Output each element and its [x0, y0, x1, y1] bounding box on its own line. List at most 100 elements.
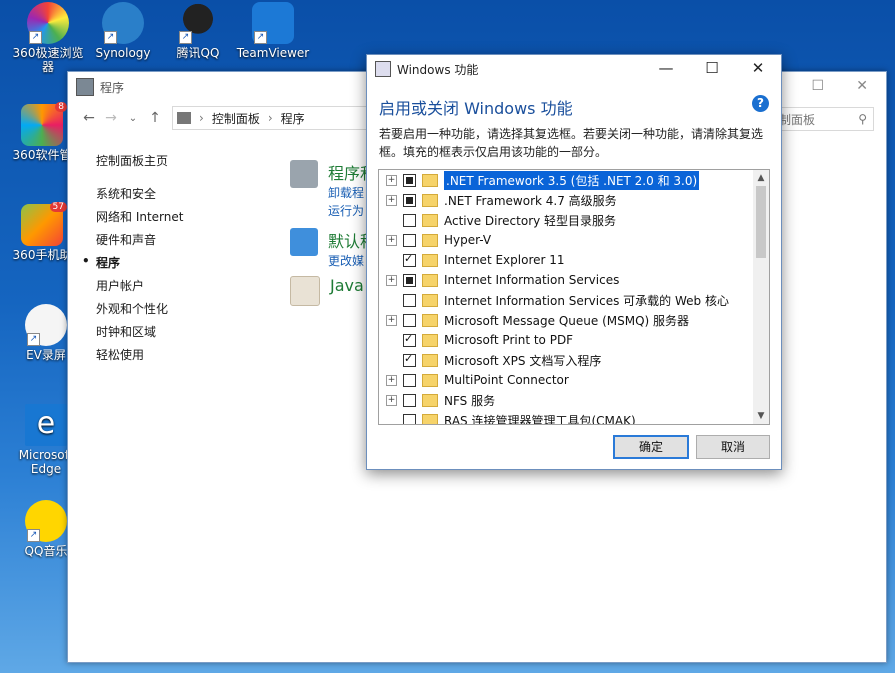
features-tree[interactable]: + .NET Framework 3.5 (包括 .NET 2.0 和 3.0) +…	[378, 169, 770, 425]
ok-button[interactable]: 确定	[613, 435, 689, 459]
feature-checkbox[interactable]	[403, 213, 416, 227]
feature-row[interactable]: Active Directory 轻型目录服务	[379, 210, 769, 230]
desktop-icon-360browser[interactable]: ↗ 360极速浏览器	[8, 2, 88, 74]
feature-label[interactable]: Internet Information Services 可承载的 Web 核…	[444, 292, 729, 309]
feature-row[interactable]: + Internet Information Services	[379, 270, 769, 290]
feature-list: + .NET Framework 3.5 (包括 .NET 2.0 和 3.0) +…	[379, 170, 769, 425]
feature-label[interactable]: .NET Framework 4.7 高级服务	[444, 192, 617, 209]
sidebar-item-security[interactable]: 系统和安全	[96, 185, 183, 208]
close-icon[interactable]: ✕	[743, 59, 773, 77]
feature-checkbox[interactable]	[403, 313, 416, 327]
360-browser-icon: ↗	[27, 2, 69, 44]
feature-row[interactable]: + MultiPoint Connector	[379, 370, 769, 390]
breadcrumb-separator-icon: ›	[199, 111, 204, 125]
breadcrumb-item[interactable]: 控制面板	[212, 110, 260, 127]
feature-label[interactable]: Active Directory 轻型目录服务	[444, 212, 616, 229]
minimize-icon[interactable]: —	[651, 59, 681, 77]
folder-icon	[422, 173, 438, 187]
folder-icon	[422, 313, 438, 327]
breadcrumb-separator-icon: ›	[267, 111, 273, 125]
synology-icon: ↗	[102, 2, 144, 44]
feature-label[interactable]: MultiPoint Connector	[444, 373, 569, 387]
breadcrumb-item[interactable]: 程序	[281, 110, 305, 127]
back-arrow-icon[interactable]: ←	[78, 110, 100, 126]
feature-row[interactable]: + NFS 服务	[379, 390, 769, 410]
maximize-icon[interactable]: ☐	[811, 78, 824, 94]
feature-checkbox[interactable]	[403, 352, 416, 367]
sidebar-item-clock[interactable]: 时钟和区域	[96, 323, 183, 346]
sidebar-item-hardware[interactable]: 硬件和声音	[96, 231, 183, 254]
help-icon[interactable]: ?	[752, 95, 769, 112]
scroll-up-icon[interactable]: ▲	[753, 170, 769, 186]
section-title[interactable]: Java	[330, 276, 364, 306]
feature-checkbox[interactable]	[403, 252, 416, 267]
expand-plus-icon[interactable]: +	[386, 394, 397, 406]
desktop-icon-qq[interactable]: ↗ 腾讯QQ	[158, 2, 238, 60]
qq-music-icon: ↗	[25, 500, 67, 542]
teamviewer-icon: ↗	[252, 2, 294, 44]
cancel-button[interactable]: 取消	[696, 435, 770, 459]
feature-label[interactable]: NFS 服务	[444, 392, 495, 409]
feature-row[interactable]: Internet Explorer 11	[379, 250, 769, 270]
feature-row[interactable]: Microsoft Print to PDF	[379, 330, 769, 350]
folder-icon	[422, 293, 438, 307]
desktop-icon-teamviewer[interactable]: ↗ TeamViewer	[233, 2, 313, 60]
feature-checkbox[interactable]	[403, 413, 416, 424]
ev-recorder-icon: ↗	[25, 304, 67, 346]
feature-label[interactable]: .NET Framework 3.5 (包括 .NET 2.0 和 3.0)	[444, 170, 700, 190]
feature-checkbox[interactable]	[403, 273, 416, 287]
expand-plus-icon[interactable]: +	[386, 314, 397, 326]
feature-row[interactable]: + .NET Framework 3.5 (包括 .NET 2.0 和 3.0)	[379, 170, 769, 190]
feature-row[interactable]: Microsoft XPS 文档写入程序	[379, 350, 769, 370]
control-panel-icon	[76, 78, 94, 96]
java-section: Java	[290, 276, 364, 306]
sidebar-item-accounts[interactable]: 用户帐户	[96, 277, 183, 300]
expand-plus-icon[interactable]: +	[386, 274, 397, 286]
feature-checkbox[interactable]	[403, 193, 416, 207]
feature-checkbox[interactable]	[403, 293, 416, 307]
feature-row[interactable]: + Hyper-V	[379, 230, 769, 250]
folder-icon	[422, 253, 438, 267]
feature-label[interactable]: Microsoft Message Queue (MSMQ) 服务器	[444, 312, 689, 329]
expand-plus-icon[interactable]: +	[386, 194, 397, 206]
desktop-icon-synology[interactable]: ↗ Synology	[83, 2, 163, 60]
feature-checkbox[interactable]	[403, 393, 416, 407]
sidebar: 控制面板主页 系统和安全 网络和 Internet 硬件和声音 程序 用户帐户 …	[82, 152, 184, 369]
feature-checkbox[interactable]	[403, 233, 416, 247]
feature-label[interactable]: Microsoft XPS 文档写入程序	[444, 352, 601, 369]
feature-label[interactable]: Internet Explorer 11	[444, 253, 565, 267]
expand-plus-icon[interactable]: +	[386, 174, 397, 186]
close-icon[interactable]: ✕	[856, 78, 868, 94]
sidebar-item-network[interactable]: 网络和 Internet	[96, 208, 183, 231]
baidu-watermark-url: jingyan.baidu.com	[742, 645, 853, 659]
feature-label[interactable]: Microsoft Print to PDF	[444, 333, 573, 347]
maximize-icon[interactable]: ☐	[697, 59, 727, 77]
feature-checkbox[interactable]	[403, 173, 416, 187]
expand-plus-icon[interactable]: +	[386, 374, 397, 386]
scroll-down-icon[interactable]: ▼	[753, 408, 769, 424]
feature-checkbox[interactable]	[403, 373, 416, 387]
scrollbar[interactable]: ▲ ▼	[753, 170, 769, 424]
folder-icon	[422, 233, 438, 247]
feature-row[interactable]: Internet Information Services 可承载的 Web 核…	[379, 290, 769, 310]
folder-icon	[422, 393, 438, 407]
folder-icon	[422, 353, 438, 367]
feature-checkbox[interactable]	[403, 332, 416, 347]
scroll-thumb[interactable]	[756, 186, 766, 258]
sidebar-item-programs[interactable]: 程序	[82, 254, 183, 277]
recent-chevron-icon[interactable]: ⌄	[122, 113, 144, 124]
feature-row[interactable]: + .NET Framework 4.7 高级服务	[379, 190, 769, 210]
desktop-icon-label: TeamViewer	[236, 46, 310, 60]
expand-plus-icon[interactable]: +	[386, 234, 397, 246]
forward-arrow-icon[interactable]: →	[100, 110, 122, 126]
feature-label[interactable]: Hyper-V	[444, 233, 491, 247]
up-arrow-icon[interactable]: ↑	[144, 110, 166, 126]
feature-label[interactable]: Internet Information Services	[444, 273, 619, 287]
sidebar-item-appearance[interactable]: 外观和个性化	[96, 300, 183, 323]
feature-row[interactable]: + Microsoft Message Queue (MSMQ) 服务器	[379, 310, 769, 330]
feature-row[interactable]: RAS 连接管理器管理工具包(CMAK)	[379, 410, 769, 425]
java-icon	[290, 276, 320, 306]
feature-label[interactable]: RAS 连接管理器管理工具包(CMAK)	[444, 412, 636, 425]
sidebar-item-home[interactable]: 控制面板主页	[96, 152, 183, 175]
sidebar-item-ease[interactable]: 轻松使用	[96, 346, 183, 369]
